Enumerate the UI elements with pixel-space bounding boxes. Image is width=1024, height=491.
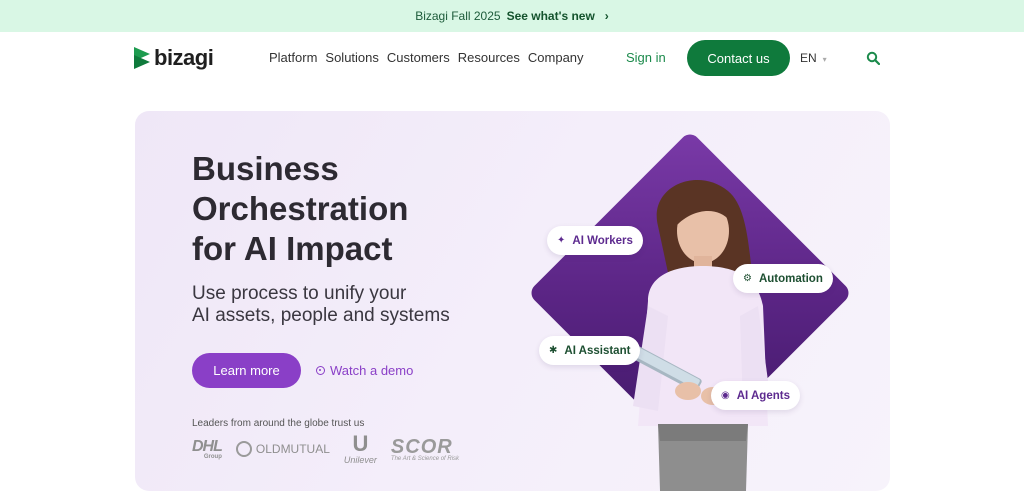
hero-subtitle: Use process to unify your AI assets, peo… bbox=[192, 283, 472, 327]
trust-text: Leaders from around the globe trust us bbox=[192, 418, 365, 429]
nav-item-resources[interactable]: Resources bbox=[458, 50, 520, 65]
nav-item-platform[interactable]: Platform bbox=[269, 50, 317, 65]
nav-item-solutions[interactable]: Solutions bbox=[325, 50, 378, 65]
asterisk-icon: ✱ bbox=[549, 345, 558, 356]
announcement-text: Bizagi Fall 2025 bbox=[415, 9, 501, 23]
watch-demo-label: Watch a demo bbox=[330, 363, 414, 378]
customer-logos: DHL Group OLDMUTUAL U Unilever SCOR The … bbox=[192, 431, 459, 466]
contact-us-button[interactable]: Contact us bbox=[687, 40, 790, 76]
gear-icon: ⚙ bbox=[743, 273, 752, 284]
announcement-link[interactable]: See what's new bbox=[507, 9, 595, 23]
language-selector[interactable]: EN ▾ bbox=[800, 51, 827, 65]
hero-title-line-1: Business bbox=[192, 150, 339, 187]
hero-person-image bbox=[628, 179, 770, 491]
ai-agents-label: AI Agents bbox=[736, 389, 790, 402]
main-menu: Platform Solutions Customers Resources C… bbox=[269, 50, 584, 65]
dhl-logo-text: DHL bbox=[192, 438, 223, 455]
chevron-down-icon: ▾ bbox=[822, 55, 827, 64]
logo-mark-icon bbox=[134, 47, 150, 69]
language-label: EN bbox=[800, 51, 817, 65]
hero-subtitle-line-2: AI assets, people and systems bbox=[192, 305, 450, 326]
ai-assistant-badge: ✱ AI Assistant bbox=[539, 336, 641, 365]
announcement-bar[interactable]: Bizagi Fall 2025 See what's new › bbox=[0, 0, 1024, 32]
bizagi-logo[interactable]: bizagi bbox=[134, 45, 214, 71]
unilever-logo-text: Unilever bbox=[343, 455, 377, 465]
nav-item-customers[interactable]: Customers bbox=[387, 50, 450, 65]
play-icon bbox=[316, 366, 325, 375]
scor-logo-text: SCOR bbox=[390, 436, 453, 458]
scor-logo: SCOR The Art & Science of Risk bbox=[391, 436, 459, 462]
unilever-emblem-icon: U bbox=[352, 431, 369, 456]
dhl-logo: DHL Group bbox=[192, 438, 223, 460]
ai-agents-badge: ◉ AI Agents bbox=[711, 381, 800, 410]
oldmutual-logo: OLDMUTUAL bbox=[235, 441, 330, 457]
automation-label: Automation bbox=[758, 272, 823, 285]
nav-item-company[interactable]: Company bbox=[528, 50, 584, 65]
learn-more-button[interactable]: Learn more bbox=[192, 353, 301, 388]
search-icon[interactable] bbox=[866, 51, 880, 65]
watch-demo-link[interactable]: Watch a demo bbox=[316, 363, 413, 378]
hero-title-line-2: Orchestration bbox=[192, 190, 409, 227]
chevron-right-icon: › bbox=[604, 9, 609, 23]
ai-workers-label: AI Workers bbox=[572, 234, 633, 247]
oldmutual-logo-text: OLDMUTUAL bbox=[255, 442, 330, 456]
logo-text: bizagi bbox=[154, 45, 214, 70]
scor-tagline: The Art & Science of Risk bbox=[390, 456, 460, 462]
agent-icon: ◉ bbox=[721, 390, 730, 401]
sign-in-link[interactable]: Sign in bbox=[626, 50, 666, 65]
oldmutual-emblem-icon bbox=[235, 441, 252, 457]
ai-workers-badge: ✦ AI Workers bbox=[547, 226, 643, 255]
top-nav: bizagi Platform Solutions Customers Reso… bbox=[0, 32, 1024, 84]
hero-subtitle-line-1: Use process to unify your bbox=[192, 283, 407, 304]
hero-section: Business Orchestration for AI Impact Use… bbox=[135, 111, 890, 491]
hero-title: Business Orchestration for AI Impact bbox=[192, 149, 492, 269]
unilever-logo: U Unilever bbox=[343, 431, 377, 466]
automation-badge: ⚙ Automation bbox=[733, 264, 833, 293]
sparkle-icon: ✦ bbox=[557, 235, 566, 246]
hero-title-line-3: for AI Impact bbox=[192, 230, 393, 267]
ai-assistant-label: AI Assistant bbox=[564, 344, 631, 357]
